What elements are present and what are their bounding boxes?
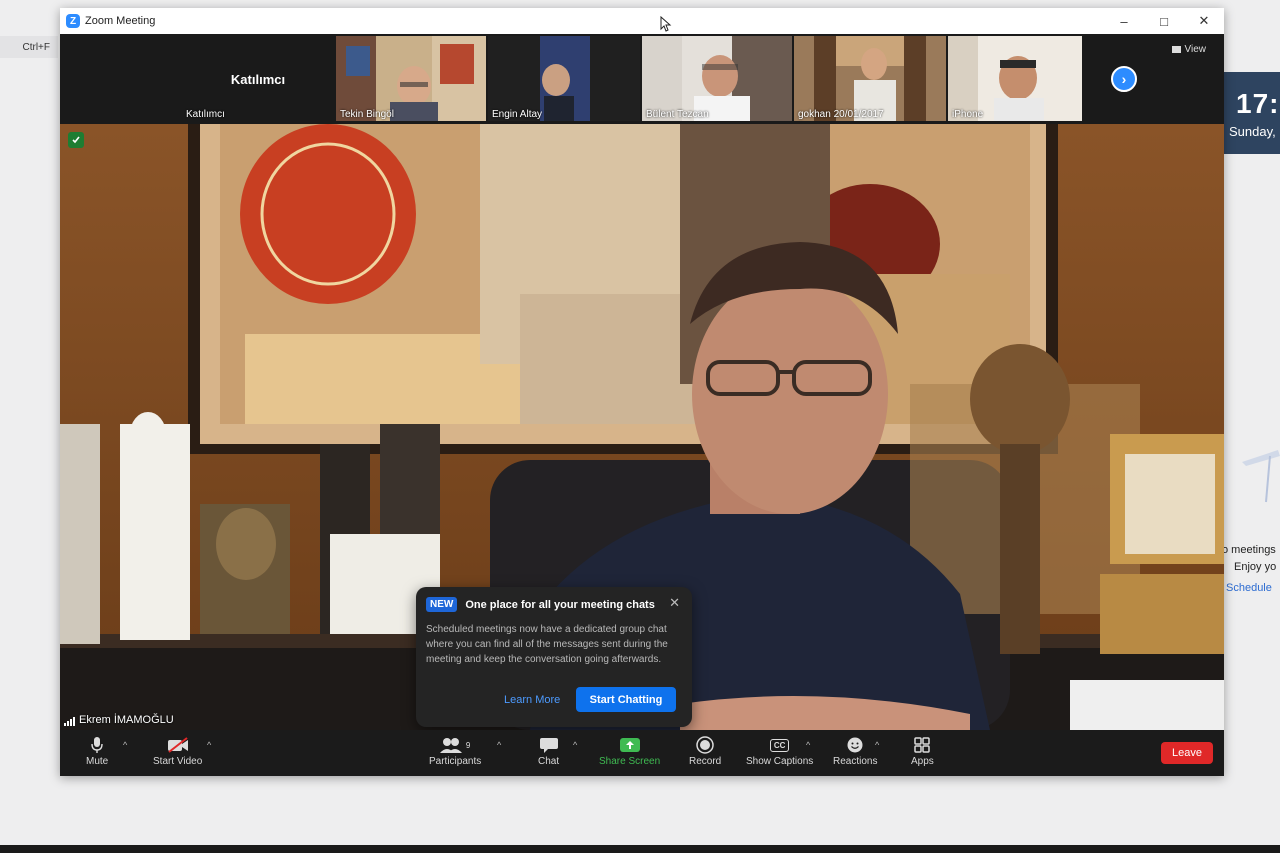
apps-icon (913, 736, 931, 754)
reactions-options-caret[interactable]: ^ (875, 740, 879, 750)
record-label: Record (689, 756, 722, 767)
close-icon[interactable]: ✕ (669, 595, 680, 611)
participant-placeholder-name: Katılımcı (230, 72, 286, 87)
apps-button[interactable]: Apps (911, 736, 934, 767)
chat-announcement-popup: NEW One place for all your meeting chats… (416, 587, 692, 727)
calendar-illustration (1242, 450, 1280, 503)
new-badge: NEW (426, 597, 458, 612)
participants-label: Participants (429, 756, 482, 767)
reactions-label: Reactions (833, 756, 878, 767)
participant-name: Bülent Tezcan (646, 109, 709, 120)
popup-body: Scheduled meetings now have a dedicated … (426, 624, 668, 665)
zoom-window: Z Zoom Meeting – □ ✕ Katılımcı Katılımcı (60, 8, 1224, 776)
share-screen-icon (619, 736, 641, 754)
share-screen-button[interactable]: Share Screen (599, 736, 660, 767)
taskbar (0, 845, 1280, 853)
participant-name: Tekin Bingöl (340, 109, 394, 120)
record-icon (696, 736, 714, 754)
participant-name: gokhan 20/01/2017 (798, 109, 884, 120)
clock-time: 17: (1236, 88, 1280, 119)
main-video: Ekrem İMAMOĞLU NEW One place for all you… (60, 124, 1224, 730)
microphone-icon (90, 736, 104, 754)
participant-tile[interactable]: gokhan 20/01/2017 (794, 36, 946, 121)
side-link-schedule[interactable]: Schedule (1226, 582, 1272, 594)
gallery-strip: Katılımcı Katılımcı Tekin Bingöl Engin A… (60, 34, 1224, 124)
participant-name: iPhone (952, 109, 984, 120)
chat-label: Chat (538, 756, 560, 767)
shield-icon[interactable] (68, 132, 84, 148)
speaker-name: Ekrem İMAMOĞLU (79, 714, 174, 726)
participant-tile[interactable]: iPhone (948, 36, 1082, 121)
share-screen-label: Share Screen (599, 756, 661, 767)
learn-more-link[interactable]: Learn More (504, 694, 560, 706)
participant-tile[interactable]: Katılımcı Katılımcı (182, 36, 334, 121)
minimize-button[interactable]: – (1104, 8, 1144, 34)
video-off-icon (167, 736, 189, 754)
window-title: Zoom Meeting (85, 15, 156, 27)
participant-name: Katılımcı (186, 109, 225, 120)
side-text-enjoy: Enjoy yo (1234, 561, 1277, 573)
side-text-meetings: o meetings (1222, 544, 1276, 556)
start-video-label: Start Video (153, 756, 203, 767)
leave-button[interactable]: Leave (1161, 742, 1213, 764)
close-button[interactable]: ✕ (1184, 8, 1224, 34)
mute-label: Mute (86, 756, 109, 767)
participants-options-caret[interactable]: ^ (497, 740, 501, 750)
participants-count: 9 (465, 740, 471, 750)
start-chatting-button[interactable]: Start Chatting (576, 687, 676, 712)
signal-bars-icon (64, 716, 75, 726)
record-button[interactable]: Record (689, 736, 721, 767)
participant-tile[interactable]: Engin Altay (488, 36, 640, 121)
show-captions-button[interactable]: CC Show Captions (746, 736, 813, 767)
captions-options-caret[interactable]: ^ (806, 740, 810, 750)
smiley-icon (846, 736, 864, 754)
meeting-toolbar: Mute ^ Start Video ^ 9 Participants ^ Ch… (60, 730, 1224, 776)
participant-tile[interactable]: Bülent Tezcan (642, 36, 792, 121)
maximize-button[interactable]: □ (1144, 8, 1184, 34)
participant-tile[interactable]: Tekin Bingöl (336, 36, 486, 121)
title-bar: Z Zoom Meeting – □ ✕ (60, 8, 1224, 34)
apps-label: Apps (911, 756, 934, 767)
clock-widget: 17: Sunday, (1224, 72, 1280, 154)
chat-options-caret[interactable]: ^ (573, 740, 577, 750)
reactions-button[interactable]: Reactions (833, 736, 877, 767)
view-button[interactable]: View (1171, 44, 1207, 55)
mute-button[interactable]: Mute (86, 736, 108, 767)
view-label: View (1184, 44, 1207, 55)
chat-bubble-icon (539, 736, 559, 754)
captions-icon: CC (769, 736, 790, 754)
participants-button[interactable]: 9 Participants (429, 736, 481, 767)
participants-icon: 9 (439, 736, 471, 754)
grid-view-icon (1171, 46, 1181, 53)
popup-title: One place for all your meeting chats (465, 598, 655, 611)
chat-button[interactable]: Chat (538, 736, 559, 767)
active-speaker-label: Ekrem İMAMOĞLU (64, 714, 174, 726)
clock-day: Sunday, (1229, 124, 1276, 139)
video-options-caret[interactable]: ^ (207, 740, 211, 750)
zoom-logo-icon: Z (66, 14, 80, 28)
mute-options-caret[interactable]: ^ (123, 740, 127, 750)
chevron-right-icon[interactable]: › (1111, 66, 1137, 92)
participant-name: Engin Altay (492, 109, 543, 120)
show-captions-label: Show Captions (746, 756, 814, 767)
start-video-button[interactable]: Start Video (153, 736, 202, 767)
shortcut-hint: Ctrl+F (0, 36, 58, 58)
mouse-cursor-icon (660, 16, 672, 32)
